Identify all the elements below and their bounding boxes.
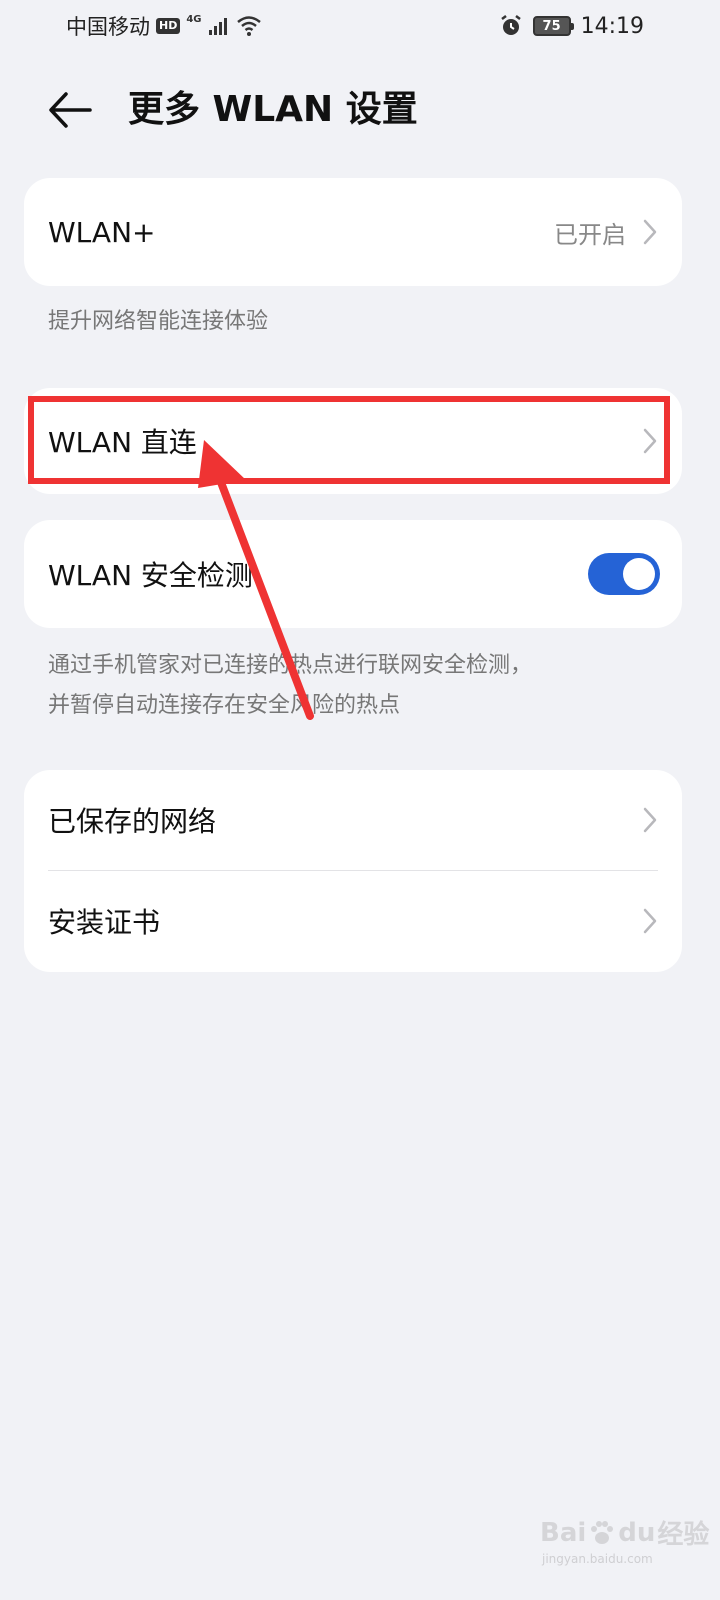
wlan-plus-card: WLAN+ 已开启 bbox=[24, 178, 682, 286]
network-type: 4G bbox=[186, 14, 202, 25]
toggle-knob bbox=[623, 558, 655, 590]
app-header: 更多 WLAN 设置 bbox=[0, 70, 720, 150]
signal-icon bbox=[208, 18, 227, 35]
security-check-description-line2: 并暂停自动连接存在安全风险的热点 bbox=[48, 693, 401, 718]
install-certificate-row[interactable]: 安装证书 bbox=[24, 871, 682, 971]
status-bar: 中国移动 HD 4G 75 14:19 bbox=[0, 0, 720, 52]
arrow-left-icon bbox=[49, 92, 92, 128]
security-check-label: WLAN 安全检测 bbox=[48, 559, 253, 592]
chevron-right-icon bbox=[643, 908, 657, 934]
watermark-brand: Bai bbox=[540, 1517, 587, 1548]
watermark-cn: 经验 bbox=[657, 1520, 710, 1550]
watermark-brand2: du bbox=[618, 1517, 656, 1548]
watermark-url: jingyan.baidu.com bbox=[542, 1552, 653, 1566]
wlan-direct-card: WLAN 直连 bbox=[24, 388, 682, 494]
status-right: 75 14:19 bbox=[499, 12, 644, 40]
watermark-logo: Bai du 经验 bbox=[540, 1514, 709, 1551]
chevron-right-icon bbox=[643, 807, 657, 833]
page-title: 更多 WLAN 设置 bbox=[128, 89, 418, 130]
wifi-icon bbox=[236, 16, 261, 36]
clock: 14:19 bbox=[580, 13, 644, 39]
wlan-plus-description: 提升网络智能连接体验 bbox=[48, 309, 269, 334]
battery-level: 75 bbox=[542, 18, 561, 34]
network-options-card: 已保存的网络 安装证书 bbox=[24, 770, 682, 972]
security-check-row: WLAN 安全检测 bbox=[24, 520, 682, 628]
chevron-right-icon bbox=[643, 219, 657, 245]
wlan-plus-row[interactable]: WLAN+ 已开启 bbox=[24, 178, 682, 286]
carrier-name: 中国移动 bbox=[66, 15, 150, 39]
back-button[interactable] bbox=[46, 86, 94, 134]
security-check-description: 通过手机管家对已连接的热点进行联网安全检测， 并暂停自动连接存在安全风险的热点 bbox=[48, 646, 532, 726]
paw-icon bbox=[591, 1520, 614, 1544]
saved-networks-row[interactable]: 已保存的网络 bbox=[24, 770, 682, 870]
wlan-direct-row[interactable]: WLAN 直连 bbox=[24, 388, 682, 494]
wlan-direct-label: WLAN 直连 bbox=[48, 426, 197, 459]
install-certificate-label: 安装证书 bbox=[48, 906, 161, 939]
hd-badge: HD bbox=[156, 18, 181, 34]
alarm-icon bbox=[500, 15, 521, 35]
security-check-card: WLAN 安全检测 bbox=[24, 520, 682, 628]
saved-networks-label: 已保存的网络 bbox=[48, 805, 217, 838]
status-left: 中国移动 HD 4G bbox=[66, 12, 262, 40]
wlan-plus-label: WLAN+ bbox=[48, 215, 156, 249]
security-check-description-line1: 通过手机管家对已连接的热点进行联网安全检测， bbox=[48, 653, 533, 678]
battery-indicator: 75 bbox=[532, 16, 574, 36]
security-check-toggle[interactable] bbox=[588, 553, 660, 595]
wlan-plus-status: 已开启 bbox=[554, 220, 626, 249]
chevron-right-icon bbox=[643, 428, 657, 454]
